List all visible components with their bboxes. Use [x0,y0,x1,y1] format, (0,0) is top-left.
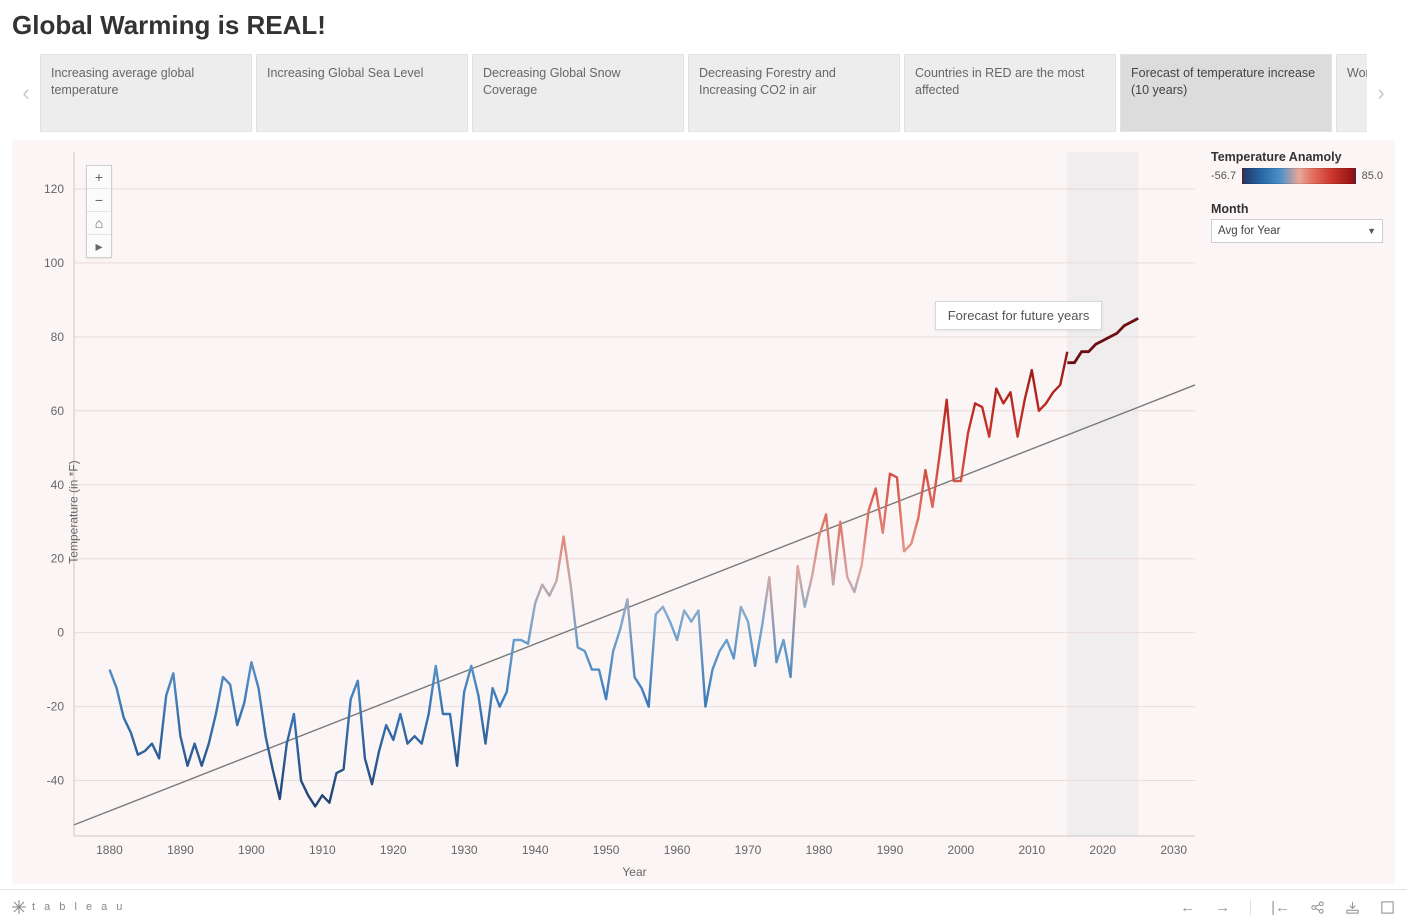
story-tabs: Increasing average global temperatureInc… [40,54,1367,132]
story-nav: ‹ Increasing average global temperatureI… [12,54,1395,132]
svg-text:2010: 2010 [1018,843,1045,857]
svg-text:Year: Year [622,865,646,879]
svg-text:-20: -20 [47,700,65,714]
svg-text:1990: 1990 [877,843,904,857]
svg-text:1930: 1930 [451,843,478,857]
chevron-down-icon: ▼ [1367,226,1376,236]
page-title: Global Warming is REAL! [12,10,326,41]
map-controls: + − ⌂ ▸ [86,165,112,258]
svg-text:1960: 1960 [664,843,691,857]
tableau-logo[interactable]: t a b l e a u [12,900,125,914]
tableau-logo-text: t a b l e a u [32,901,125,913]
svg-text:1920: 1920 [380,843,407,857]
svg-text:1940: 1940 [522,843,549,857]
legend-title: Temperature Anamoly [1209,144,1385,168]
story-tab-3[interactable]: Decreasing Forestry and Increasing CO2 i… [688,54,900,132]
story-prev-button[interactable]: ‹ [12,54,40,132]
svg-text:40: 40 [51,478,65,492]
story-tab-5[interactable]: Forecast of temperature increase (10 yea… [1120,54,1332,132]
svg-text:1980: 1980 [806,843,833,857]
legend-panel: Temperature Anamoly -56.7 85.0 Month Avg… [1209,144,1385,243]
svg-text:2000: 2000 [948,843,975,857]
footer-icons: ← → |← [1180,899,1395,916]
legend-max: 85.0 [1362,170,1383,182]
zoom-tools-button[interactable]: ▸ [87,235,111,257]
story-next-button[interactable]: › [1367,54,1395,132]
tableau-logo-icon [12,900,26,914]
forecast-annotation: Forecast for future years [935,301,1103,330]
undo-button[interactable]: ← [1180,899,1195,916]
month-filter-value: Avg for Year [1218,225,1280,237]
svg-text:1970: 1970 [735,843,762,857]
zoom-home-button[interactable]: ⌂ [87,212,111,235]
svg-text:2020: 2020 [1089,843,1116,857]
fullscreen-button[interactable] [1380,900,1395,915]
zoom-out-button[interactable]: − [87,189,111,212]
svg-text:120: 120 [44,182,64,196]
month-filter-label: Month [1209,196,1385,219]
footer-toolbar: t a b l e a u ← → |← [0,889,1407,924]
download-button[interactable] [1345,900,1360,915]
svg-text:100: 100 [44,256,64,270]
svg-text:1880: 1880 [96,843,123,857]
svg-text:1910: 1910 [309,843,336,857]
svg-text:80: 80 [51,330,65,344]
chart-panel: -40 -20 0 20 40 60 80 100 120 1880 1890 1900 1910 192… [12,140,1395,884]
legend-min: -56.7 [1211,170,1236,182]
month-filter-select[interactable]: Avg for Year ▼ [1211,219,1383,243]
svg-text:20: 20 [51,552,65,566]
zoom-in-button[interactable]: + [87,166,111,189]
redo-button[interactable]: → [1215,899,1230,916]
svg-text:1950: 1950 [593,843,620,857]
line-chart[interactable]: -40 -20 0 20 40 60 80 100 120 1880 1890 1900 1910 192… [12,140,1395,884]
legend-gradient-row: -56.7 85.0 [1209,168,1385,196]
dashboard-root: Global Warming is REAL! ‹ Increasing ave… [0,0,1407,924]
story-tab-6[interactable]: Wordcloud of tweets related to Global Wa… [1336,54,1367,132]
svg-text:1890: 1890 [167,843,194,857]
story-tab-4[interactable]: Countries in RED are the most affected [904,54,1116,132]
svg-text:60: 60 [51,404,65,418]
svg-text:0: 0 [57,626,64,640]
story-tab-2[interactable]: Decreasing Global Snow Coverage [472,54,684,132]
story-tab-1[interactable]: Increasing Global Sea Level [256,54,468,132]
story-tab-0[interactable]: Increasing average global temperature [40,54,252,132]
share-button[interactable] [1310,900,1325,915]
reset-button[interactable]: |← [1271,899,1290,916]
svg-text:-40: -40 [47,774,65,788]
svg-text:1900: 1900 [238,843,265,857]
legend-gradient[interactable] [1242,168,1356,184]
y-axis-label: Temperature (in *F) [67,460,81,563]
svg-text:2030: 2030 [1160,843,1187,857]
